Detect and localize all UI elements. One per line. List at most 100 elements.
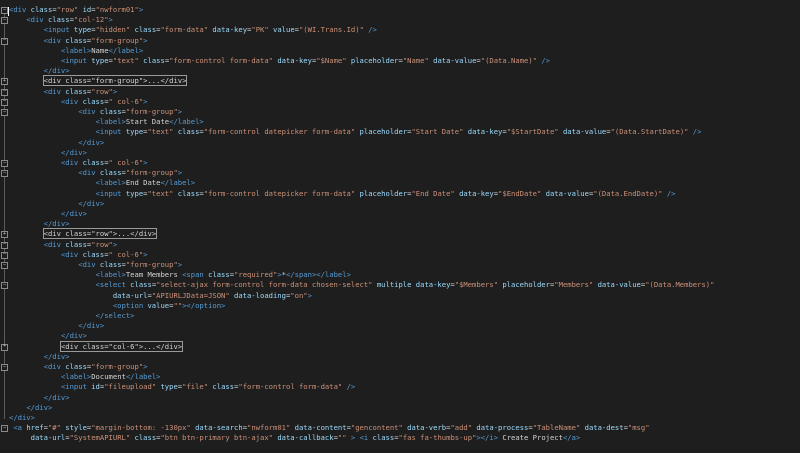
code-token: class [134,433,157,443]
code-line[interactable]: data-url="APIURLJData=JSON" data-loading… [9,291,312,301]
code-token: "hidden" [95,25,131,35]
code-line[interactable]: </div> [9,393,70,403]
fold-collapse-icon[interactable] [1,37,8,45]
fold-collapse-icon[interactable] [1,109,8,116]
code-line[interactable]: <div class="col-12"> [9,15,113,25]
fold-collapse-icon[interactable] [1,170,8,178]
code-token: </a> [562,433,581,443]
fold-collapse-icon[interactable] [1,7,8,14]
code-line[interactable]: <div class="form-group"> [9,168,182,178]
code-token: class [82,249,105,259]
code-line[interactable]: </div> [9,352,70,362]
fold-collapse-icon[interactable] [1,364,8,371]
code-line[interactable]: data-url="SystemAPIURL" class="btn btn-p… [9,433,581,443]
code-token: "form-control form-data" [238,382,343,392]
code-token: class [177,127,200,137]
fold-expand-icon[interactable] [1,343,8,351]
code-line[interactable]: <input type="text" class="form-control d… [9,127,702,137]
code-line[interactable]: <div class="row"> [9,86,118,97]
code-line[interactable]: <div class="row">...</div> [9,228,158,240]
code-token: class [130,280,152,290]
code-line[interactable]: <label>Start Date</label> [9,117,204,127]
code-line[interactable]: <div class="form-group"> [9,36,148,46]
fold-collapse-icon[interactable] [1,262,8,269]
code-line[interactable]: </div> [9,148,87,158]
code-line[interactable]: <div class=" col-6"> [9,97,148,107]
collapsed-region: <div class="col-6">...</div> [59,340,184,352]
code-line[interactable]: <input type="hidden" class="form-data" d… [9,25,377,35]
fold-collapse-icon[interactable] [1,282,8,290]
code-token: data-callback [277,433,334,443]
code-token: "row" [56,5,79,14]
code-line[interactable]: <option value=""></option> [9,300,226,311]
code-editor[interactable]: <div class="row" id="nwform01"> <div cla… [0,0,800,453]
code-line[interactable]: <div class="form-group">...</div> [9,75,188,87]
code-token: > [112,239,118,249]
code-token: value [273,25,295,35]
code-line[interactable]: </div> [9,66,70,76]
fold-collapse-icon[interactable] [1,98,8,106]
fold-collapse-icon[interactable] [1,88,8,96]
code-token: /> [346,382,356,392]
code-token: "margin-bottom: -130px" [91,423,191,433]
code-token: </div> [60,147,87,157]
fold-collapse-icon[interactable] [1,251,8,259]
code-line[interactable]: <div class=" col-6"> [9,250,148,260]
code-token: " col-6" [108,158,144,167]
code-token: type [160,382,178,392]
code-token: "gencontent" [350,423,403,433]
code-line[interactable]: <div class=" col-6"> [9,158,148,168]
code-line[interactable]: <div class="row" id="nwform01"> [9,5,143,15]
code-token: > [177,168,183,178]
code-line[interactable]: <input type="text" class="form-control f… [9,56,550,66]
code-token: <div [78,107,100,116]
code-line[interactable]: <div class="row"> [9,239,118,250]
fold-expand-icon[interactable] [1,78,8,86]
code-line[interactable]: </div> [9,199,104,209]
fold-collapse-icon[interactable] [1,425,8,433]
fold-expand-icon[interactable] [1,231,8,239]
code-token: <a [13,423,27,433]
code-token: "form-control form-data" [169,56,273,65]
code-line[interactable]: <div class="form-group"> [9,107,182,117]
code-line[interactable]: <input type="text" class="form-control d… [9,189,676,199]
code-token: <div [26,15,48,25]
code-token: "btn btn-primary btn-ajax" [160,433,273,443]
code-line[interactable]: <div class="form-group"> [9,362,148,372]
code-line[interactable]: </select> [9,311,135,321]
code-line[interactable]: <input id="fileupload" type="file" class… [9,382,355,392]
code-line[interactable]: <label>Name</label> [9,46,143,56]
code-line[interactable]: <label>End Date</label> [9,178,196,188]
code-token: class [65,86,87,96]
code-token: <div [60,96,83,106]
code-token: </div> [43,351,70,361]
code-line[interactable]: <label>Team Members <span class="require… [9,270,351,280]
code-token: placeholder [502,280,550,290]
fold-collapse-icon[interactable] [1,160,8,167]
code-line[interactable]: </div> [9,209,87,219]
code-token: <label> [95,178,126,188]
code-line[interactable]: <a href="#" style="margin-bottom: -130px… [9,423,649,433]
code-line[interactable]: </div> [9,413,35,423]
fold-collapse-icon[interactable] [1,17,8,25]
code-line[interactable]: <div class="form-group"> [9,260,182,270]
code-line[interactable]: </div> [9,138,104,148]
code-token: "form-group" [125,260,178,269]
code-line[interactable]: <label>Document</label> [9,372,161,382]
code-token: href [26,423,44,433]
code-line[interactable]: <div class="col-6">...</div> [9,340,184,352]
code-line[interactable]: </div> [9,321,104,331]
fold-collapse-icon[interactable] [1,241,8,249]
code-token: </label> [160,178,196,188]
code-line[interactable]: </div> [9,331,87,341]
code-line[interactable]: </div> [9,219,70,229]
code-line[interactable]: <select class="select-ajax form-control … [9,280,715,290]
code-token: "" [173,300,183,310]
code-line[interactable]: </div> [9,403,52,413]
code-token: "Name" [402,56,429,65]
code-token: data-process [476,423,529,433]
